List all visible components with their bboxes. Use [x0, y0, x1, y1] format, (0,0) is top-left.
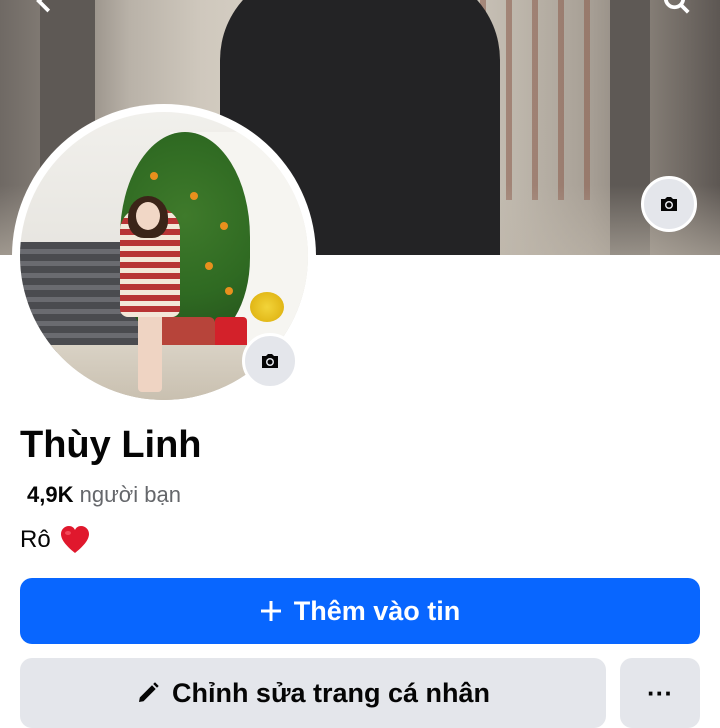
add-to-story-label: Thêm vào tin — [293, 595, 461, 626]
more-options-button[interactable]: ··· — [620, 658, 700, 728]
search-icon[interactable] — [662, 0, 692, 16]
friends-count[interactable]: 4,9K người bạn — [27, 482, 181, 508]
camera-icon — [661, 197, 677, 211]
plus-icon — [260, 601, 281, 621]
edit-profile-label: Chỉnh sửa trang cá nhân — [171, 677, 491, 708]
friends-count-label: người bạn — [79, 482, 181, 507]
friends-count-value: 4,9K — [27, 482, 74, 507]
avatar-camera-button[interactable] — [242, 333, 298, 389]
red-heart-icon — [60, 526, 89, 553]
add-to-story-button[interactable]: Thêm vào tin — [20, 578, 700, 644]
edit-profile-button[interactable]: Chỉnh sửa trang cá nhân — [20, 658, 606, 728]
camera-icon — [262, 354, 278, 368]
bio-text: Rô — [20, 526, 51, 553]
pencil-icon — [138, 682, 159, 702]
profile-name: Thùy Linh — [20, 424, 202, 466]
back-arrow-icon[interactable] — [30, 0, 60, 16]
more-dots-icon: ··· — [647, 677, 673, 708]
cover-camera-button[interactable] — [641, 176, 697, 232]
profile-bio: Rô — [20, 524, 91, 556]
